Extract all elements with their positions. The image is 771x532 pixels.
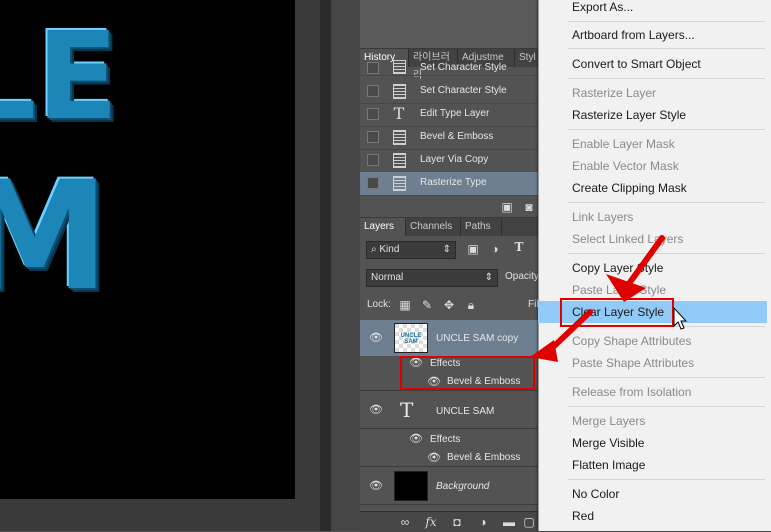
mouse-cursor-icon — [673, 306, 688, 330]
annotation-arrow-down — [606, 235, 665, 302]
annotation-arrow-left — [530, 309, 593, 362]
annotation-arrows — [530, 235, 688, 362]
